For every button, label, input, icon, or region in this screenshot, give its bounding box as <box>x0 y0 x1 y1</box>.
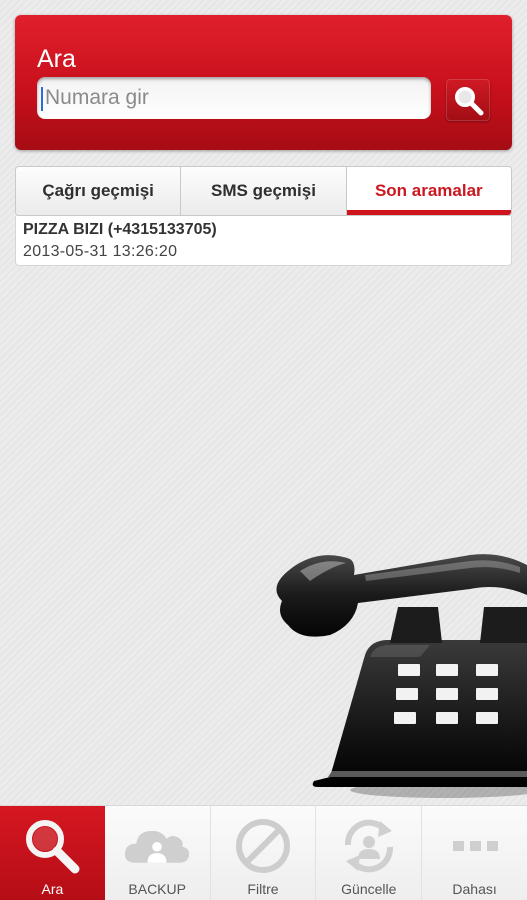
nav-item-backup[interactable]: BACKUP <box>104 806 211 900</box>
more-icon <box>452 841 498 851</box>
search-icon <box>26 820 80 874</box>
contact-name: PIZZA BIZI (+4315133705) <box>23 221 217 238</box>
nav-label: Filtre <box>247 881 279 897</box>
nav-label: BACKUP <box>128 881 186 897</box>
nav-label: Güncelle <box>341 881 397 897</box>
nav-item-search[interactable]: Ara <box>0 806 105 900</box>
tab-call-history[interactable]: Çağrı geçmişi <box>16 167 182 215</box>
cloud-user-icon <box>125 830 190 863</box>
search-button[interactable] <box>446 79 490 121</box>
search-icon <box>455 87 484 116</box>
nav-label: Dahası <box>452 881 497 897</box>
list-item[interactable]: PIZZA BIZI (+4315133705) 2013-05-31 13:2… <box>16 216 511 265</box>
number-input[interactable] <box>37 77 431 119</box>
tab-sms-history[interactable]: SMS geçmişi <box>181 167 347 215</box>
nav-item-update[interactable]: Güncelle <box>316 806 423 900</box>
telephone-icon <box>276 554 527 798</box>
nav-label: Ara <box>41 881 64 897</box>
nav-item-more[interactable]: Dahası <box>422 806 527 900</box>
search-panel: Ara <box>15 15 512 150</box>
refresh-user-icon <box>344 819 393 873</box>
recent-searches-list: PIZZA BIZI (+4315133705) 2013-05-31 13:2… <box>15 216 512 266</box>
bottom-navigation: Ara BACKUP Filtre Güncelle Dahası <box>0 805 527 900</box>
nav-item-filter[interactable]: Filtre <box>210 806 317 900</box>
telephone-illustration <box>270 545 527 800</box>
search-title: Ara <box>37 45 76 73</box>
block-icon <box>235 819 290 873</box>
tab-recent-searches[interactable]: Son aramalar <box>346 167 511 215</box>
history-tabs: Çağrı geçmişi SMS geçmişi Son aramalar <box>15 166 512 216</box>
text-caret <box>41 87 43 111</box>
call-datetime: 2013-05-31 13:26:20 <box>23 243 178 260</box>
